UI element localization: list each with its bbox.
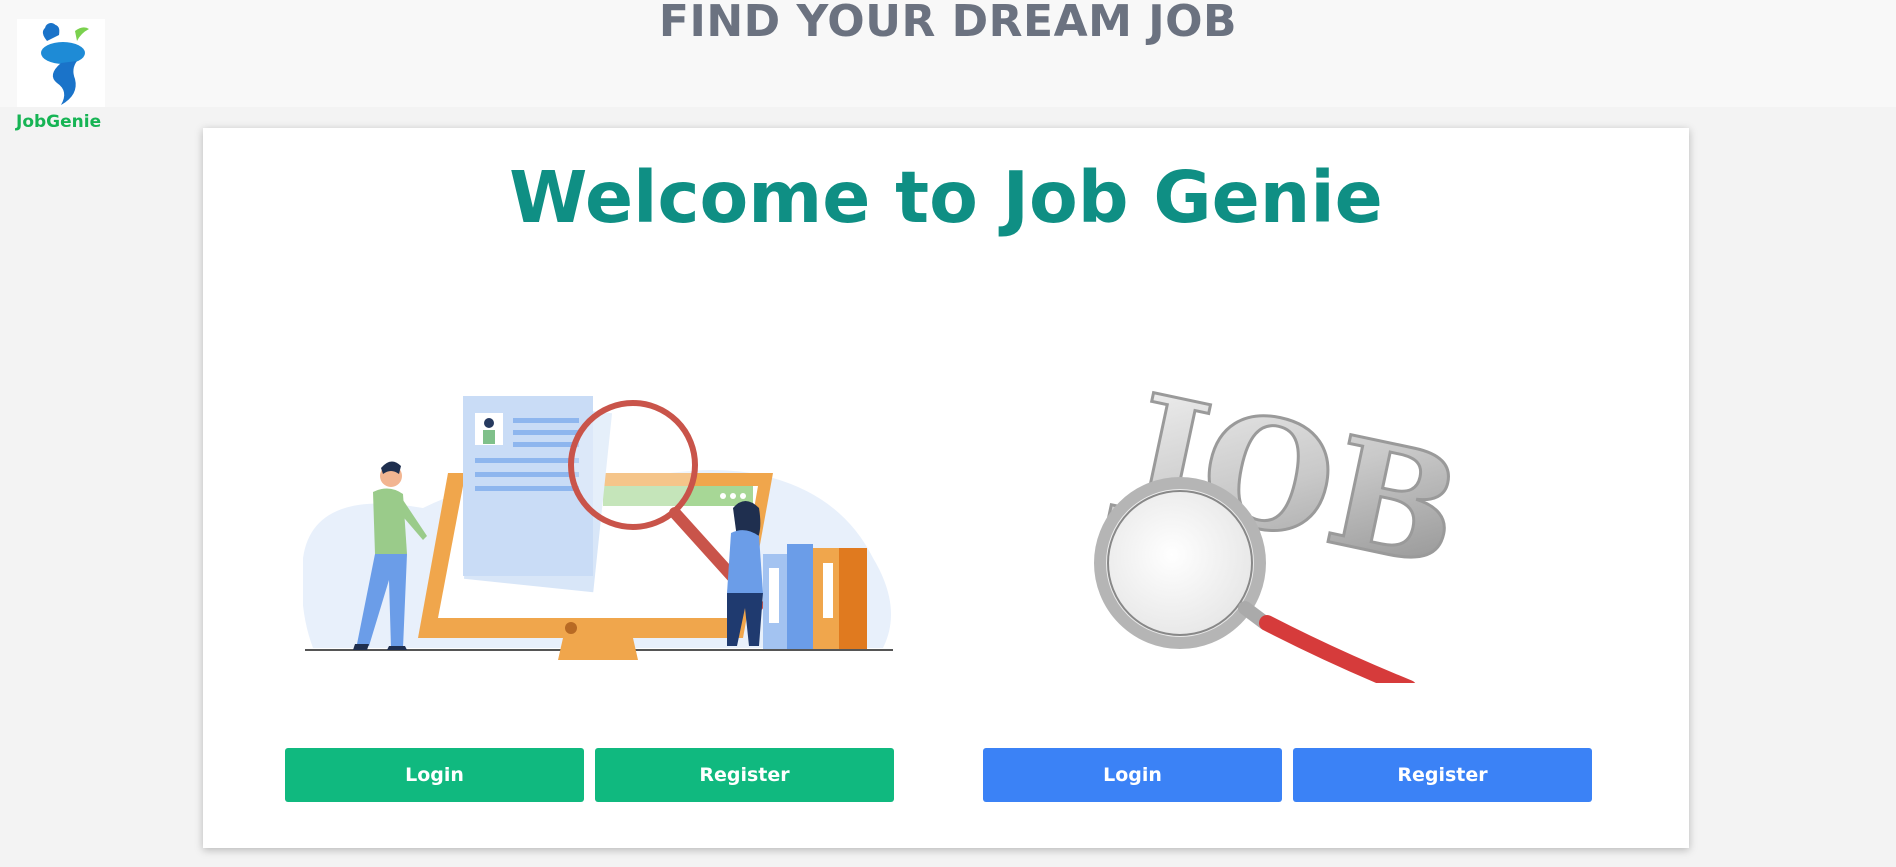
job-search-illustration bbox=[301, 308, 903, 708]
welcome-title: Welcome to Job Genie bbox=[509, 156, 1383, 239]
left-register-button[interactable]: Register bbox=[595, 748, 894, 802]
job-magnifier-illustration: JOB bbox=[995, 263, 1595, 696]
top-bar: JobGenie FIND YOUR DREAM JOB bbox=[0, 0, 1896, 132]
right-login-button[interactable]: Login bbox=[983, 748, 1282, 802]
page-headline: FIND YOUR DREAM JOB bbox=[658, 0, 1238, 47]
left-login-button[interactable]: Login bbox=[285, 748, 584, 802]
brand-name: JobGenie bbox=[16, 112, 102, 132]
right-register-button[interactable]: Register bbox=[1293, 748, 1592, 802]
welcome-card: Welcome to Job Genie JOB Login Register … bbox=[203, 128, 1689, 848]
